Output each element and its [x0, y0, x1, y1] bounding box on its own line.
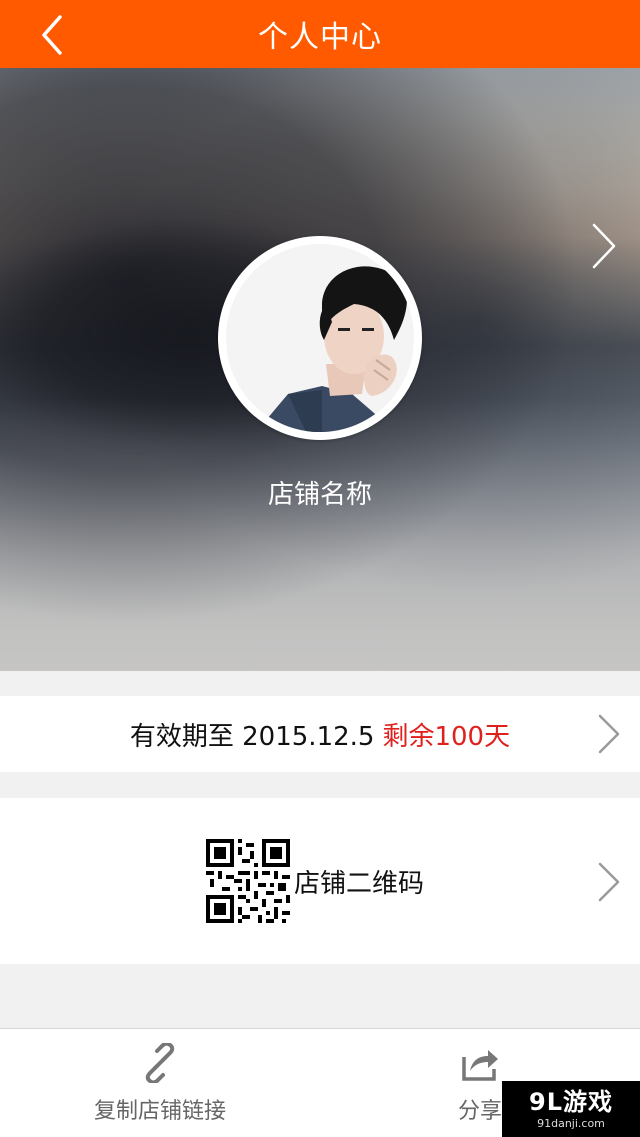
watermark-url: 91danji.com [537, 1116, 605, 1130]
bottom-bar: 复制店铺链接 分享 9L游戏 91danji.com [0, 1028, 640, 1137]
validity-row[interactable]: 有效期至 2015.12.5 剩余100天 [0, 696, 640, 772]
avatar[interactable] [218, 236, 422, 440]
qrcode-label: 店铺二维码 [294, 868, 425, 899]
site-watermark: 9L游戏 91danji.com [502, 1081, 640, 1137]
qrcode-row[interactable]: 店铺二维码 [0, 798, 640, 964]
qrcode-group: 店铺二维码 [206, 839, 425, 923]
link-icon [138, 1041, 182, 1085]
banner-next-button[interactable] [586, 220, 622, 272]
share-icon [458, 1041, 502, 1085]
copy-store-link-label: 复制店铺链接 [93, 1099, 226, 1124]
share-label: 分享 [457, 1099, 502, 1124]
top-bar: 个人中心 [0, 0, 640, 68]
avatar-photo [226, 244, 414, 432]
copy-store-link-button[interactable]: 复制店铺链接 [80, 1029, 240, 1137]
page-title: 个人中心 [258, 20, 382, 55]
validity-date: 有效期至 2015.12.5 [129, 721, 375, 752]
chevron-right-icon [592, 223, 616, 269]
watermark-text: 9L游戏 [529, 1087, 613, 1116]
validity-text: 有效期至 2015.12.5 剩余100天 [0, 696, 640, 772]
validity-chevron [594, 712, 624, 756]
store-name: 店铺名称 [267, 479, 372, 510]
profile-banner: 店铺名称 [0, 68, 640, 671]
chevron-right-icon [598, 714, 620, 754]
qr-code-icon [206, 839, 290, 923]
qrcode-chevron [594, 860, 624, 904]
chevron-right-icon [598, 862, 620, 902]
remaining-days: 剩余100天 [382, 721, 511, 752]
